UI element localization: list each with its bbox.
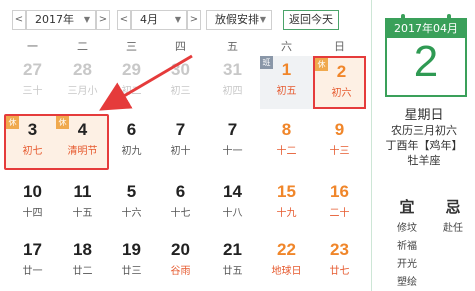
yi-column: 宜 修坟 祈福 开光 塑绘 — [392, 196, 422, 291]
ji-label: 忌 — [445, 198, 461, 216]
yi-label: 宜 — [399, 198, 415, 216]
ji-column: 忌 赴任 — [438, 196, 468, 238]
yi-item: 祈福 — [397, 241, 417, 252]
side-lunar-date: 农历三月初六 — [391, 124, 457, 137]
side-month-header: 2017年04月 — [387, 20, 465, 38]
ji-item: 赴任 — [443, 223, 463, 234]
arrow-line — [99, 54, 193, 111]
side-day-number: 2 — [413, 37, 439, 86]
side-zodiac: 牡羊座 — [407, 154, 441, 167]
yi-item: 开光 — [397, 259, 417, 270]
annotation-arrow — [99, 54, 193, 111]
day-detail-panel: 2017年04月 2 星期日 农历三月初六 丁酉年【鸡年】 牡羊座 宜 修坟 祈… — [371, 0, 475, 291]
yi-item: 修坟 — [397, 223, 417, 234]
calendar-icon: 2017年04月 2 — [385, 14, 467, 97]
yi-item: 塑绘 — [397, 277, 417, 288]
calendar-panel: < 2017年 ▼ > < 4月 ▼ > 放假安排 ▼ 返回今天 一二三四五六日… — [0, 0, 371, 291]
side-weekday: 星期日 — [404, 108, 444, 123]
side-ganzhi-year: 丁酉年【鸡年】 — [385, 139, 463, 152]
